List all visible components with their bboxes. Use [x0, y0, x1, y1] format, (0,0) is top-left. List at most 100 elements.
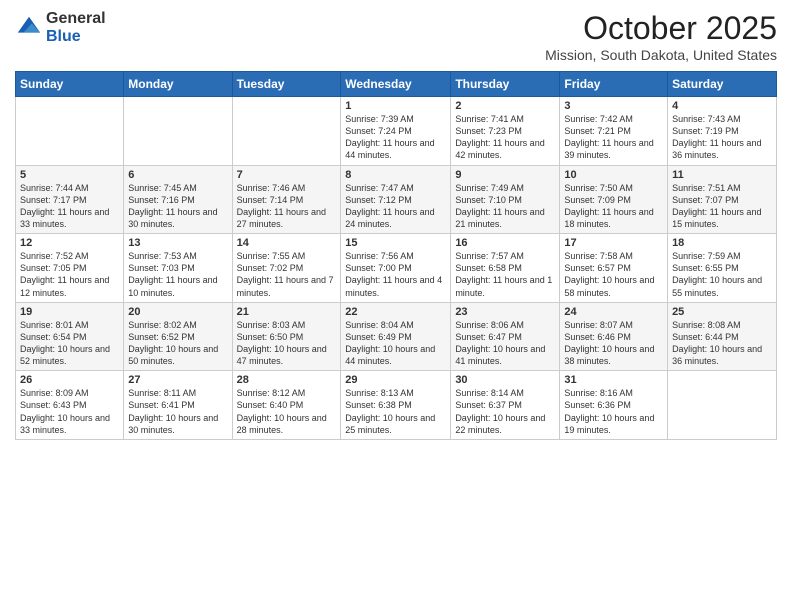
- calendar: Sunday Monday Tuesday Wednesday Thursday…: [15, 71, 777, 440]
- day-number: 29: [345, 374, 446, 386]
- day-info: Sunrise: 7:47 AM Sunset: 7:12 PM Dayligh…: [345, 182, 446, 231]
- day-number: 9: [455, 169, 555, 181]
- day-number: 17: [564, 237, 663, 249]
- day-info: Sunrise: 7:44 AM Sunset: 7:17 PM Dayligh…: [20, 182, 119, 231]
- day-cell: 2Sunrise: 7:41 AM Sunset: 7:23 PM Daylig…: [451, 97, 560, 166]
- col-thursday: Thursday: [451, 72, 560, 97]
- logo-general: General: [46, 10, 106, 28]
- day-number: 4: [672, 100, 772, 112]
- day-number: 8: [345, 169, 446, 181]
- location-title: Mission, South Dakota, United States: [545, 47, 777, 63]
- day-cell: 13Sunrise: 7:53 AM Sunset: 7:03 PM Dayli…: [124, 234, 232, 303]
- day-info: Sunrise: 8:08 AM Sunset: 6:44 PM Dayligh…: [672, 319, 772, 368]
- day-info: Sunrise: 7:53 AM Sunset: 7:03 PM Dayligh…: [128, 250, 227, 299]
- day-cell: [16, 97, 124, 166]
- day-cell: 12Sunrise: 7:52 AM Sunset: 7:05 PM Dayli…: [16, 234, 124, 303]
- day-info: Sunrise: 7:56 AM Sunset: 7:00 PM Dayligh…: [345, 250, 446, 299]
- day-number: 23: [455, 306, 555, 318]
- day-number: 31: [564, 374, 663, 386]
- day-info: Sunrise: 8:13 AM Sunset: 6:38 PM Dayligh…: [345, 387, 446, 436]
- day-cell: 22Sunrise: 8:04 AM Sunset: 6:49 PM Dayli…: [341, 302, 451, 371]
- day-info: Sunrise: 8:07 AM Sunset: 6:46 PM Dayligh…: [564, 319, 663, 368]
- day-info: Sunrise: 8:02 AM Sunset: 6:52 PM Dayligh…: [128, 319, 227, 368]
- col-tuesday: Tuesday: [232, 72, 341, 97]
- day-cell: 28Sunrise: 8:12 AM Sunset: 6:40 PM Dayli…: [232, 371, 341, 440]
- logo-text: General Blue: [46, 10, 106, 45]
- logo-blue: Blue: [46, 28, 106, 46]
- col-sunday: Sunday: [16, 72, 124, 97]
- day-cell: 18Sunrise: 7:59 AM Sunset: 6:55 PM Dayli…: [668, 234, 777, 303]
- day-info: Sunrise: 7:43 AM Sunset: 7:19 PM Dayligh…: [672, 113, 772, 162]
- col-friday: Friday: [560, 72, 668, 97]
- day-info: Sunrise: 8:04 AM Sunset: 6:49 PM Dayligh…: [345, 319, 446, 368]
- day-info: Sunrise: 8:11 AM Sunset: 6:41 PM Dayligh…: [128, 387, 227, 436]
- day-info: Sunrise: 7:49 AM Sunset: 7:10 PM Dayligh…: [455, 182, 555, 231]
- day-cell: 24Sunrise: 8:07 AM Sunset: 6:46 PM Dayli…: [560, 302, 668, 371]
- month-title: October 2025: [545, 10, 777, 47]
- day-cell: 25Sunrise: 8:08 AM Sunset: 6:44 PM Dayli…: [668, 302, 777, 371]
- day-number: 12: [20, 237, 119, 249]
- day-number: 20: [128, 306, 227, 318]
- day-cell: 15Sunrise: 7:56 AM Sunset: 7:00 PM Dayli…: [341, 234, 451, 303]
- day-number: 15: [345, 237, 446, 249]
- day-number: 22: [345, 306, 446, 318]
- day-number: 27: [128, 374, 227, 386]
- day-cell: [668, 371, 777, 440]
- day-number: 30: [455, 374, 555, 386]
- day-cell: [124, 97, 232, 166]
- day-cell: 27Sunrise: 8:11 AM Sunset: 6:41 PM Dayli…: [124, 371, 232, 440]
- day-cell: 7Sunrise: 7:46 AM Sunset: 7:14 PM Daylig…: [232, 165, 341, 234]
- day-number: 21: [237, 306, 337, 318]
- day-cell: 1Sunrise: 7:39 AM Sunset: 7:24 PM Daylig…: [341, 97, 451, 166]
- day-number: 7: [237, 169, 337, 181]
- day-info: Sunrise: 7:58 AM Sunset: 6:57 PM Dayligh…: [564, 250, 663, 299]
- week-row-1: 1Sunrise: 7:39 AM Sunset: 7:24 PM Daylig…: [16, 97, 777, 166]
- day-info: Sunrise: 8:06 AM Sunset: 6:47 PM Dayligh…: [455, 319, 555, 368]
- day-cell: [232, 97, 341, 166]
- day-info: Sunrise: 8:01 AM Sunset: 6:54 PM Dayligh…: [20, 319, 119, 368]
- day-number: 24: [564, 306, 663, 318]
- day-number: 25: [672, 306, 772, 318]
- day-info: Sunrise: 7:50 AM Sunset: 7:09 PM Dayligh…: [564, 182, 663, 231]
- day-number: 1: [345, 100, 446, 112]
- day-cell: 23Sunrise: 8:06 AM Sunset: 6:47 PM Dayli…: [451, 302, 560, 371]
- page: General Blue October 2025 Mission, South…: [0, 0, 792, 612]
- day-cell: 8Sunrise: 7:47 AM Sunset: 7:12 PM Daylig…: [341, 165, 451, 234]
- day-info: Sunrise: 7:46 AM Sunset: 7:14 PM Dayligh…: [237, 182, 337, 231]
- day-info: Sunrise: 7:39 AM Sunset: 7:24 PM Dayligh…: [345, 113, 446, 162]
- col-wednesday: Wednesday: [341, 72, 451, 97]
- day-info: Sunrise: 7:45 AM Sunset: 7:16 PM Dayligh…: [128, 182, 227, 231]
- day-number: 10: [564, 169, 663, 181]
- logo-icon: [15, 14, 43, 42]
- day-cell: 21Sunrise: 8:03 AM Sunset: 6:50 PM Dayli…: [232, 302, 341, 371]
- week-row-2: 5Sunrise: 7:44 AM Sunset: 7:17 PM Daylig…: [16, 165, 777, 234]
- day-number: 2: [455, 100, 555, 112]
- logo: General Blue: [15, 10, 106, 45]
- header: General Blue October 2025 Mission, South…: [15, 10, 777, 63]
- title-block: October 2025 Mission, South Dakota, Unit…: [545, 10, 777, 63]
- day-info: Sunrise: 7:57 AM Sunset: 6:58 PM Dayligh…: [455, 250, 555, 299]
- day-number: 16: [455, 237, 555, 249]
- day-info: Sunrise: 7:51 AM Sunset: 7:07 PM Dayligh…: [672, 182, 772, 231]
- day-number: 6: [128, 169, 227, 181]
- day-cell: 30Sunrise: 8:14 AM Sunset: 6:37 PM Dayli…: [451, 371, 560, 440]
- day-cell: 5Sunrise: 7:44 AM Sunset: 7:17 PM Daylig…: [16, 165, 124, 234]
- day-info: Sunrise: 7:41 AM Sunset: 7:23 PM Dayligh…: [455, 113, 555, 162]
- day-number: 18: [672, 237, 772, 249]
- day-cell: 16Sunrise: 7:57 AM Sunset: 6:58 PM Dayli…: [451, 234, 560, 303]
- day-cell: 19Sunrise: 8:01 AM Sunset: 6:54 PM Dayli…: [16, 302, 124, 371]
- day-info: Sunrise: 8:03 AM Sunset: 6:50 PM Dayligh…: [237, 319, 337, 368]
- day-cell: 14Sunrise: 7:55 AM Sunset: 7:02 PM Dayli…: [232, 234, 341, 303]
- day-number: 14: [237, 237, 337, 249]
- day-number: 28: [237, 374, 337, 386]
- day-info: Sunrise: 8:14 AM Sunset: 6:37 PM Dayligh…: [455, 387, 555, 436]
- week-row-3: 12Sunrise: 7:52 AM Sunset: 7:05 PM Dayli…: [16, 234, 777, 303]
- day-info: Sunrise: 8:09 AM Sunset: 6:43 PM Dayligh…: [20, 387, 119, 436]
- day-info: Sunrise: 7:55 AM Sunset: 7:02 PM Dayligh…: [237, 250, 337, 299]
- day-number: 11: [672, 169, 772, 181]
- day-cell: 31Sunrise: 8:16 AM Sunset: 6:36 PM Dayli…: [560, 371, 668, 440]
- day-cell: 17Sunrise: 7:58 AM Sunset: 6:57 PM Dayli…: [560, 234, 668, 303]
- day-cell: 10Sunrise: 7:50 AM Sunset: 7:09 PM Dayli…: [560, 165, 668, 234]
- day-cell: 26Sunrise: 8:09 AM Sunset: 6:43 PM Dayli…: [16, 371, 124, 440]
- header-row: Sunday Monday Tuesday Wednesday Thursday…: [16, 72, 777, 97]
